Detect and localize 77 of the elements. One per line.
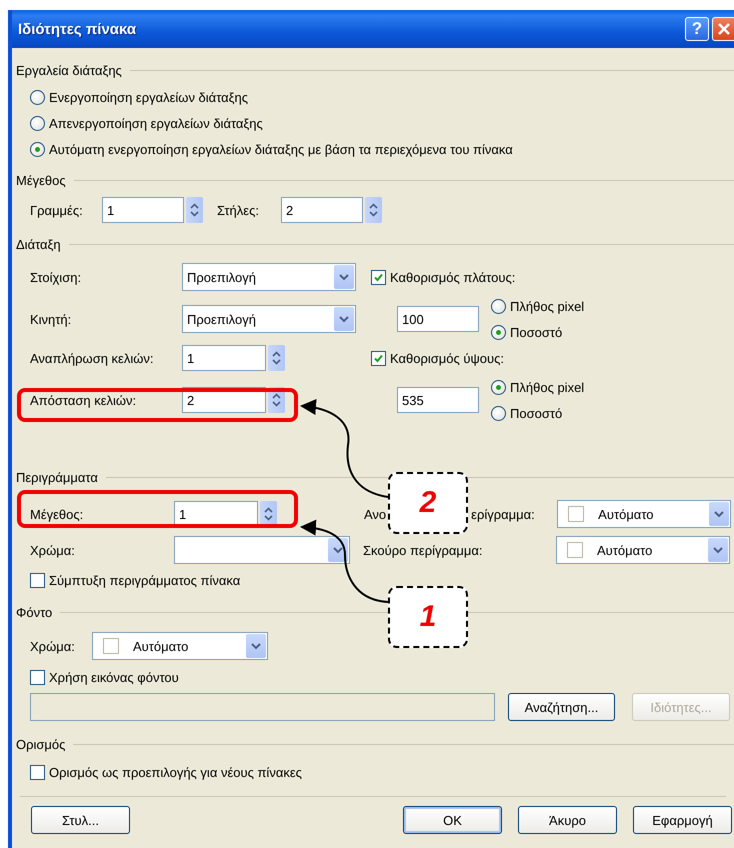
window-title: Ιδιότητες πίνακα [18,20,136,38]
color-swatch-icon [567,542,583,558]
dropdown[interactable]: Προεπιλογή [182,305,356,333]
radio-label: Ενεργοποίηση εργαλείων διάταξης [49,90,248,104]
close-button[interactable] [712,17,734,41]
close-icon [716,22,730,36]
checkbox[interactable] [30,670,45,684]
field-label: ερίγραμμα: [471,506,536,522]
field-label: Αναπλήρωση κελιών: [30,350,155,366]
image-path-field[interactable] [30,693,495,721]
chevron-down-icon [709,502,730,526]
dropdown[interactable] [174,536,350,564]
chevron-down-icon [246,634,266,658]
callout: 2 [388,472,468,534]
checkbox[interactable] [371,270,386,284]
field-label: Απόσταση κελιών: [30,392,138,408]
checkbox[interactable] [30,572,45,588]
group-title: Φόντο [16,604,52,620]
checkbox-label: Καθορισμός πλάτους: [390,270,516,284]
dropdown[interactable]: Αυτόματο [557,500,732,528]
checkbox-label: Σύμπτυξη περιγράμματος πίνακα [49,572,240,588]
field-label: Κινητή: [30,312,72,326]
color-swatch-icon [103,638,119,654]
group-title: Εργαλεία διάταξης [16,62,122,78]
radio-label: Ποσοστό [510,324,562,340]
field-label: Ανο [364,506,386,522]
field-label: Στήλες: [217,202,260,218]
checkbox[interactable] [30,764,45,780]
dialog-button[interactable]: Στυλ... [31,806,130,834]
radio-button[interactable] [491,324,506,340]
group-title: Ορισμός [16,736,66,752]
number-field[interactable]: 1 [182,345,266,371]
chevron-down-icon [334,265,354,289]
dropdown[interactable]: Αυτόματο [556,536,730,564]
radio-label: Ποσοστό [510,406,562,420]
dialog-button[interactable]: OK [403,806,502,834]
callout: 1 [388,586,468,648]
field-label: Μέγεθος: [30,506,84,522]
radio-button[interactable] [30,142,45,156]
group-title: Διάταξη [16,236,61,252]
checkbox-label: Χρήση εικόνας φόντου [49,670,179,684]
radio-button[interactable] [491,380,506,394]
radio-button[interactable] [491,298,506,314]
dropdown[interactable]: Αυτόματο [92,632,268,660]
field-label: Σκούρο περίγραμμα: [363,542,484,558]
dialog-button[interactable]: Εφαρμογή [633,806,732,834]
field-label: Γραμμές: [30,202,84,218]
spin-arrows-icon[interactable] [365,197,382,223]
number-field[interactable]: 1 [102,197,184,223]
chevron-down-icon [334,307,354,331]
spin-arrows-icon[interactable] [186,197,203,223]
radio-label: Πλήθος pixel [510,298,584,314]
browse-button[interactable]: Αναζήτηση... [508,693,615,721]
spin-arrows-icon[interactable] [268,345,285,371]
number-field[interactable]: 535 [397,387,479,413]
radio-button[interactable] [491,406,506,420]
number-field[interactable]: 100 [397,306,479,332]
field-label: Χρώμα: [30,542,76,558]
radio-label: Αυτόματη ενεργοποίηση εργαλείων διάταξης με βάση τα περιεχόμενα του πίνακα [49,142,513,156]
checkmark-icon [374,354,383,362]
checkmark-icon [374,272,383,282]
number-field[interactable]: 2 [281,197,363,223]
radio-button[interactable] [30,116,45,130]
dropdown[interactable]: Προεπιλογή [182,263,356,291]
group-title: Μέγεθος [16,172,66,188]
dialog-button[interactable]: Άκυρο [518,806,617,834]
group-title: Περιγράμματα [16,470,98,484]
radio-label: Απενεργοποίηση εργαλείων διάταξης [49,116,263,130]
field-label: Στοίχιση: [30,270,82,284]
radio-label: Πλήθος pixel [510,380,584,394]
checkbox[interactable] [371,350,386,366]
checkbox-label: Καθορισμός ύψους: [390,350,504,366]
checkbox-label: Ορισμός ως προεπιλογής για νέους πίνακες [49,764,302,780]
field-label: Χρώμα: [30,638,76,654]
radio-button[interactable] [30,90,45,104]
color-swatch-icon [568,506,584,522]
chevron-down-icon [708,538,728,562]
